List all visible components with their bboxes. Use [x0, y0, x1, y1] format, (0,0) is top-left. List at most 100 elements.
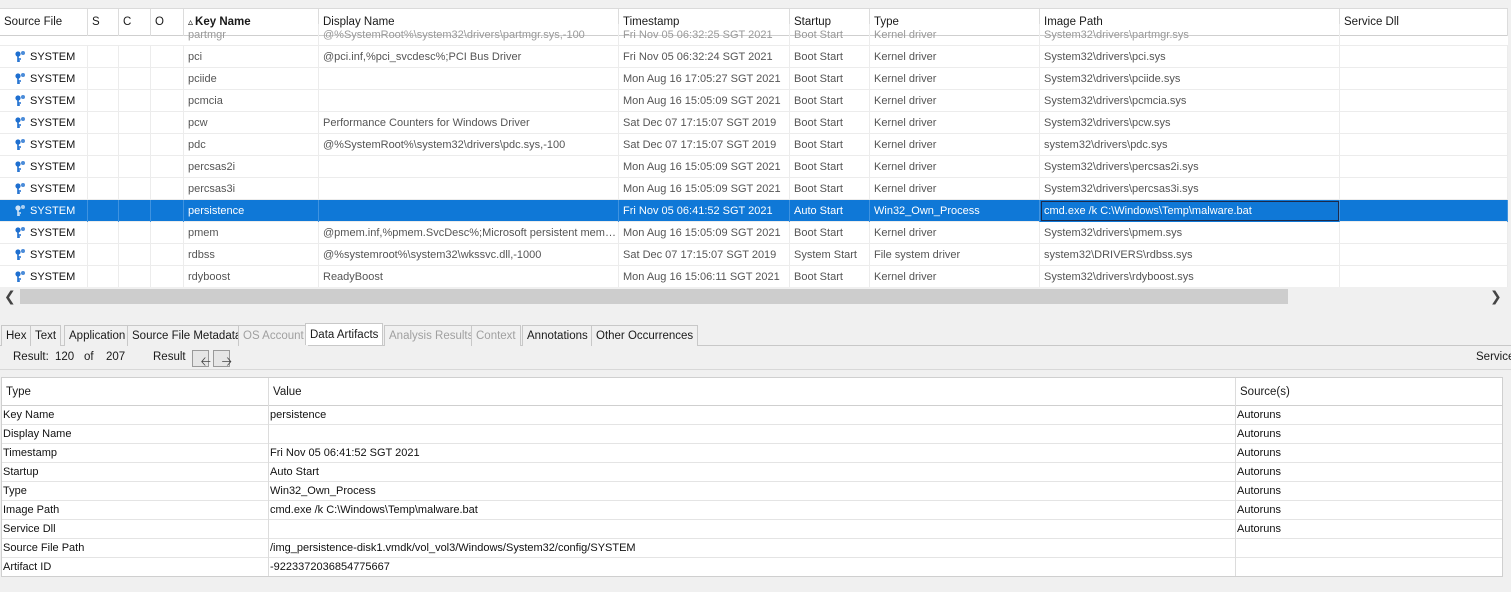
table-row[interactable]: SYSTEM rdbss @%systemroot%\system32\wkssvc…: [0, 244, 1508, 266]
table-row[interactable]: SYSTEM pci @pci.inf,%pci_svcdesc%;PCI Bus …: [0, 46, 1508, 68]
result-label: Result:: [13, 351, 49, 363]
cell-o: [151, 266, 184, 287]
result-total: 207: [106, 351, 126, 363]
table-row[interactable]: SYSTEM pciide Mon Aug 16 17:05:27 SGT 2021…: [0, 68, 1508, 90]
detail-type-cell: Service Dll: [2, 520, 269, 539]
cell-c: [119, 200, 151, 222]
cell-timestamp: Mon Aug 16 15:05:09 SGT 2021: [619, 156, 790, 178]
horizontal-scrollbar-thumb[interactable]: [20, 289, 1288, 304]
cell-type: Kernel driver: [870, 90, 1040, 112]
cell-display-name: ReadyBoost: [319, 266, 619, 287]
column-header-o[interactable]: O: [151, 9, 184, 36]
detail-type-cell: Startup: [2, 463, 269, 482]
artifact-details-scrollbar[interactable]: [1503, 377, 1511, 577]
table-row[interactable]: SYSTEM pmem @pmem.inf,%pmem.SvcDesc%;Micro…: [0, 222, 1508, 244]
cell-s: [88, 200, 119, 222]
scroll-left-arrow-icon[interactable]: ❮: [4, 287, 16, 306]
table-row[interactable]: SYSTEM rdyboost ReadyBoost Mon Aug 16 15:06…: [0, 266, 1508, 287]
cell-s: [88, 46, 119, 68]
cell-timestamp: Mon Aug 16 15:06:11 SGT 2021: [619, 266, 790, 287]
cell-s: [88, 156, 119, 178]
table-row-selected[interactable]: SYSTEM persistence Fri Nov 05 06:41:52 SGT…: [0, 200, 1508, 222]
cell-key-name: pmem: [184, 222, 319, 244]
next-result-button[interactable]: 🡢: [213, 350, 232, 369]
cell-startup: Boot Start: [790, 112, 870, 134]
cell-o: [151, 200, 184, 222]
detail-row[interactable]: Source File Path/img_persistence-disk1.v…: [2, 539, 1502, 558]
cell-service-dll: [1340, 266, 1508, 287]
cell-c: [119, 266, 151, 287]
column-header-detail-sources[interactable]: Source(s): [1236, 378, 1502, 406]
detail-source-cell: Autoruns: [1236, 501, 1502, 520]
tab-other-occurrences[interactable]: Other Occurrences: [591, 325, 699, 346]
cell-service-dll: [1340, 178, 1508, 200]
cell-type: Kernel driver: [870, 156, 1040, 178]
tab-application[interactable]: Application: [64, 325, 131, 346]
cell-c: [119, 244, 151, 266]
detail-type-cell: Source File Path: [2, 539, 269, 558]
tab-hex[interactable]: Hex: [1, 325, 32, 346]
result-of-label: of: [84, 351, 94, 363]
cell-service-dll: [1340, 46, 1508, 68]
cell-timestamp: Mon Aug 16 15:05:09 SGT 2021: [619, 178, 790, 200]
tab-analysis-results: Analysis Results: [384, 325, 479, 346]
registry-key-icon: [15, 205, 25, 216]
tab-annotations[interactable]: Annotations: [522, 325, 593, 346]
column-header-c[interactable]: C: [119, 9, 151, 36]
cell-key-name: pciide: [184, 68, 319, 90]
column-header-source-file[interactable]: Source File: [0, 9, 88, 36]
cell-image-path: System32\drivers\partmgr.sys: [1040, 24, 1340, 46]
detail-row[interactable]: Timestamp Fri Nov 05 06:41:52 SGT 2021 Aut…: [2, 444, 1502, 463]
cell-type: Kernel driver: [870, 46, 1040, 68]
detail-row[interactable]: Artifact ID -9223372036854775667: [2, 558, 1502, 576]
cell-image-path: System32\drivers\percsas3i.sys: [1040, 178, 1340, 200]
table-row[interactable]: SYSTEM pcmcia Mon Aug 16 15:05:09 SGT 2021…: [0, 90, 1508, 112]
cell-startup: Boot Start: [790, 266, 870, 287]
detail-row[interactable]: Type Win32_Own_Process Autoruns: [2, 482, 1502, 501]
table-row[interactable]: SYSTEM pcw Performance Counters for Window…: [0, 112, 1508, 134]
cell-service-dll: [1340, 200, 1508, 222]
cell-type: Win32_Own_Process: [870, 200, 1040, 222]
cell-timestamp: Sat Dec 07 17:15:07 SGT 2019: [619, 134, 790, 156]
detail-row[interactable]: Startup Auto Start Autoruns: [2, 463, 1502, 482]
table-row[interactable]: SYSTEM percsas3i Mon Aug 16 15:05:09 SGT 2…: [0, 178, 1508, 200]
cell-image-path: System32\drivers\pmem.sys: [1040, 222, 1340, 244]
column-header-s[interactable]: S: [88, 9, 119, 36]
cell-s: [88, 134, 119, 156]
cell-type: Kernel driver: [870, 178, 1040, 200]
detail-row[interactable]: Display Name Autoruns: [2, 425, 1502, 444]
detail-row[interactable]: Image Path cmd.exe /k C:\Windows\Temp\mal…: [2, 501, 1502, 520]
cell-o: [151, 46, 184, 68]
detail-value-cell: cmd.exe /k C:\Windows\Temp\malware.bat: [269, 501, 1236, 520]
cell-c: [119, 112, 151, 134]
detail-type-cell: Display Name: [2, 425, 269, 444]
cell-image-path: System32\drivers\percsas2i.sys: [1040, 156, 1340, 178]
cell-display-name: Performance Counters for Windows Driver: [319, 112, 619, 134]
cell-s: [88, 222, 119, 244]
detail-row[interactable]: Key Name persistence Autoruns: [2, 406, 1502, 425]
tab-data-artifacts[interactable]: Data Artifacts: [305, 323, 384, 345]
cell-key-name: rdyboost: [184, 266, 319, 287]
previous-result-button[interactable]: 🡠: [192, 350, 212, 369]
cell-startup: Boot Start: [790, 156, 870, 178]
content-viewer-tabs: Hex Text Application Source File Metadat…: [0, 323, 1511, 346]
scroll-right-arrow-icon[interactable]: ❯: [1490, 287, 1502, 306]
table-row[interactable]: SYSTEM pdc @%SystemRoot%\system32\drivers\…: [0, 134, 1508, 156]
cell-image-path: System32\drivers\pciide.sys: [1040, 68, 1340, 90]
cell-image-path: System32\drivers\pcmcia.sys: [1040, 90, 1340, 112]
arrow-left-icon: 🡠: [200, 354, 212, 369]
tab-text[interactable]: Text: [30, 325, 62, 346]
column-header-detail-value[interactable]: Value: [269, 378, 1236, 406]
detail-value-cell: [269, 425, 1236, 444]
cell-c: [119, 90, 151, 112]
tab-source-file-metadata[interactable]: Source File Metadata: [127, 325, 247, 346]
cell-display-name: @%SystemRoot%\system32\drivers\pdc.sys,-…: [319, 134, 619, 156]
detail-source-cell: Autoruns: [1236, 425, 1502, 444]
column-header-service-dll[interactable]: Service Dll: [1340, 9, 1508, 36]
detail-source-cell: [1236, 558, 1502, 576]
cell-c: [119, 134, 151, 156]
table-row-partial[interactable]: partmgr @%SystemRoot%\system32\drivers\p…: [0, 24, 1508, 46]
detail-row[interactable]: Service Dll Autoruns: [2, 520, 1502, 539]
column-header-detail-type[interactable]: Type: [2, 378, 269, 406]
table-row[interactable]: SYSTEM percsas2i Mon Aug 16 15:05:09 SGT 2…: [0, 156, 1508, 178]
